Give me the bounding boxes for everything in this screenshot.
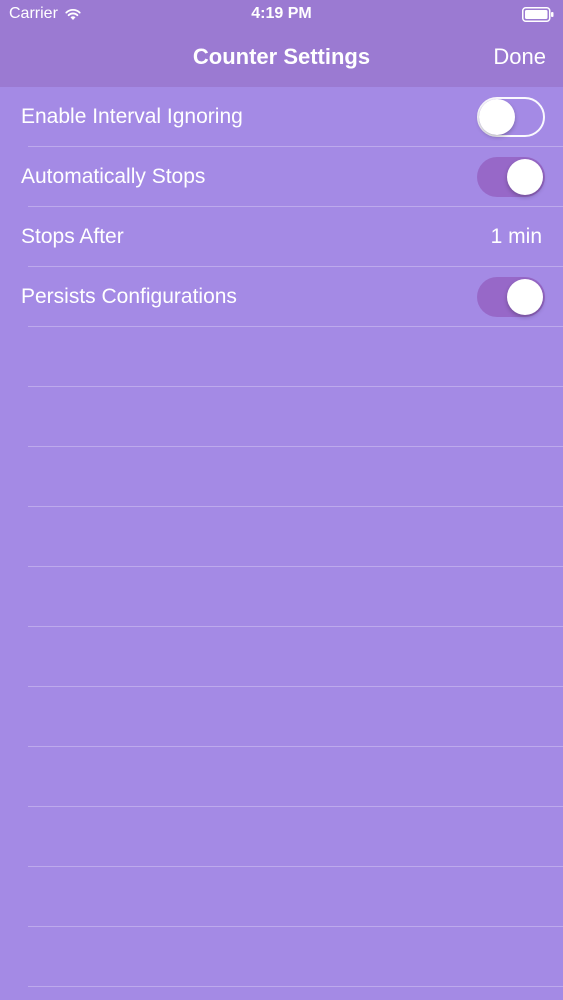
setting-label: Persists Configurations: [21, 285, 237, 308]
status-time: 4:19 PM: [251, 5, 312, 22]
navigation-bar: Carrier 4:19 PM Counter Settings Done: [0, 0, 563, 87]
empty-row: [28, 447, 563, 507]
persists-configurations-toggle[interactable]: [477, 277, 545, 317]
setting-label: Automatically Stops: [21, 165, 206, 188]
battery-icon: [522, 7, 554, 22]
done-button[interactable]: Done: [493, 44, 546, 70]
automatically-stops-toggle[interactable]: [477, 157, 545, 197]
toggle-knob: [507, 159, 543, 195]
setting-row-stops-after[interactable]: Stops After 1 min: [21, 207, 563, 267]
setting-row-persists-configurations: Persists Configurations: [21, 267, 563, 327]
setting-label: Enable Interval Ignoring: [21, 105, 243, 128]
enable-interval-ignoring-toggle[interactable]: [477, 97, 545, 137]
empty-row: [28, 327, 563, 387]
empty-row: [28, 867, 563, 927]
toggle-knob: [479, 99, 515, 135]
empty-row: [28, 807, 563, 867]
settings-list: Enable Interval Ignoring Automatically S…: [0, 87, 563, 987]
empty-row: [28, 567, 563, 627]
empty-row: [28, 507, 563, 567]
setting-row-enable-interval-ignoring: Enable Interval Ignoring: [21, 87, 563, 147]
empty-row: [28, 387, 563, 447]
empty-row: [28, 927, 563, 987]
setting-label: Stops After: [21, 225, 124, 248]
empty-row: [28, 627, 563, 687]
stops-after-value: 1 min: [490, 225, 542, 248]
toggle-knob: [507, 279, 543, 315]
empty-row: [28, 687, 563, 747]
empty-row: [28, 747, 563, 807]
status-bar: Carrier 4:19 PM: [0, 0, 563, 30]
page-title: Counter Settings: [192, 44, 371, 69]
setting-row-automatically-stops: Automatically Stops: [21, 147, 563, 207]
